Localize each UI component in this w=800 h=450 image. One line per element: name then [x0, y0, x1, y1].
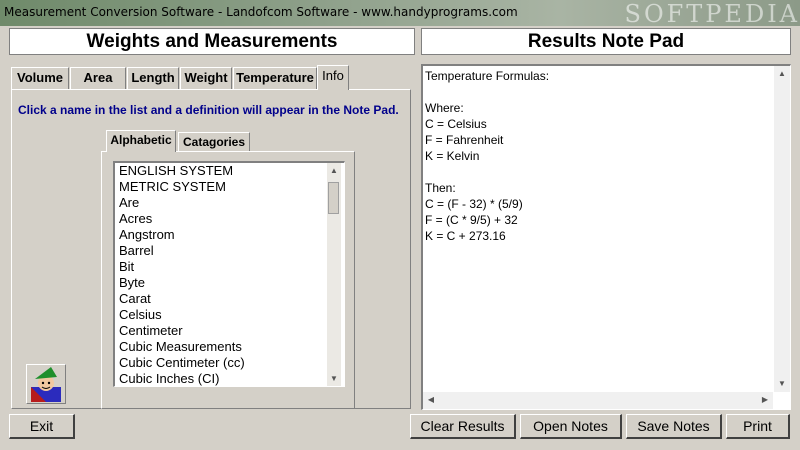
- notes-scroll-down-icon[interactable]: ▼: [774, 376, 790, 392]
- note-line: [423, 84, 790, 100]
- notes-scroll-up-icon[interactable]: ▲: [774, 66, 790, 82]
- note-line: C = (F - 32) * (5/9): [425, 197, 523, 211]
- print-button[interactable]: Print: [726, 414, 790, 439]
- tab-area[interactable]: Area: [70, 67, 126, 89]
- subtab-page-alphabetic: ENGLISH SYSTEM METRIC SYSTEM Are Acres Angst…: [101, 151, 355, 409]
- list-item[interactable]: Acres: [115, 211, 344, 227]
- note-line: F = (C * 9/5) + 32: [425, 213, 518, 227]
- tab-info[interactable]: Info: [317, 65, 349, 90]
- notes-scroll-right-icon[interactable]: ▶: [757, 392, 773, 408]
- notes-horizontal-scrollbar[interactable]: ◀ ▶: [423, 392, 773, 409]
- main-window-client: Weights and Measurements Results Note Pa…: [0, 26, 800, 450]
- list-item[interactable]: Carat: [115, 291, 344, 307]
- list-item[interactable]: Cubic Centimeter (cc): [115, 355, 344, 371]
- list-item[interactable]: Barrel: [115, 243, 344, 259]
- definitions-list[interactable]: ENGLISH SYSTEM METRIC SYSTEM Are Acres Angst…: [113, 161, 345, 387]
- open-notes-button[interactable]: Open Notes: [520, 414, 622, 439]
- elf-mascot-icon: [26, 364, 66, 404]
- scrollbar-thumb[interactable]: [328, 182, 339, 214]
- notes-vertical-scrollbar[interactable]: ▲ ▼: [774, 66, 790, 392]
- note-line: C = Celsius: [425, 117, 487, 131]
- results-note-pad[interactable]: Temperature Formulas: Where: C = Celsius F …: [421, 64, 791, 410]
- list-item[interactable]: Centimeter: [115, 323, 344, 339]
- subtab-alphabetic[interactable]: Alphabetic: [106, 130, 176, 152]
- list-scrollbar[interactable]: ▲ ▼: [327, 163, 341, 386]
- list-item[interactable]: Angstrom: [115, 227, 344, 243]
- left-panel-header: Weights and Measurements: [9, 28, 415, 55]
- clear-results-button[interactable]: Clear Results: [410, 414, 516, 439]
- save-notes-button[interactable]: Save Notes: [626, 414, 722, 439]
- note-line: Temperature Formulas:: [425, 69, 550, 83]
- list-item[interactable]: Cubic Measurements: [115, 339, 344, 355]
- tab-temperature[interactable]: Temperature: [233, 67, 317, 89]
- tab-weight[interactable]: Weight: [180, 67, 232, 89]
- tab-volume[interactable]: Volume: [11, 67, 69, 89]
- scroll-down-arrow-icon[interactable]: ▼: [327, 371, 341, 386]
- note-line: F = Fahrenheit: [425, 133, 504, 147]
- subtab-catagories[interactable]: Catagories: [178, 132, 250, 152]
- measurement-tab-control: Volume Area Length Weight Temperature In…: [11, 65, 415, 409]
- softpedia-watermark: SOFTPEDIA: [624, 0, 800, 28]
- note-line: K = C + 273.16: [425, 229, 506, 243]
- right-panel-header: Results Note Pad: [421, 28, 791, 55]
- exit-button[interactable]: Exit: [9, 414, 75, 439]
- note-line: Then:: [425, 181, 456, 195]
- list-item[interactable]: ENGLISH SYSTEM: [115, 163, 344, 179]
- list-item[interactable]: METRIC SYSTEM: [115, 179, 344, 195]
- window-titlebar[interactable]: Measurement Conversion Software - Landof…: [0, 0, 800, 28]
- tab-page-info: Click a name in the list and a definitio…: [11, 89, 411, 409]
- window-title: Measurement Conversion Software - Landof…: [4, 5, 518, 19]
- note-line: Where:: [425, 101, 464, 115]
- list-item[interactable]: Cubic Inches (CI): [115, 371, 344, 386]
- instruction-text: Click a name in the list and a definitio…: [18, 103, 399, 117]
- list-item[interactable]: Byte: [115, 275, 344, 291]
- note-line: K = Kelvin: [425, 149, 480, 163]
- note-line: [423, 164, 790, 180]
- list-item[interactable]: Celsius: [115, 307, 344, 323]
- notes-scroll-left-icon[interactable]: ◀: [423, 392, 439, 408]
- scroll-up-arrow-icon[interactable]: ▲: [327, 163, 341, 179]
- list-item[interactable]: Are: [115, 195, 344, 211]
- list-item[interactable]: Bit: [115, 259, 344, 275]
- tab-length[interactable]: Length: [127, 67, 179, 89]
